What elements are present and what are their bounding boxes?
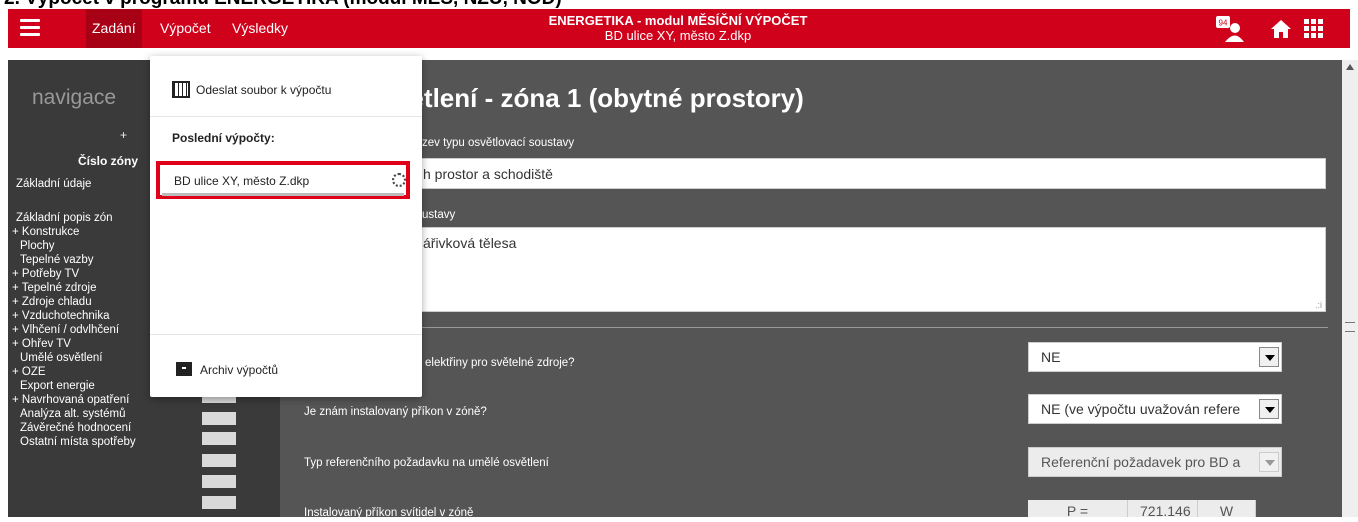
calculator-icon [172,81,190,98]
send-file-label: Odeslat soubor k výpočtu [196,83,332,97]
menu-vypocet[interactable]: Výpočet [154,9,217,48]
question-select[interactable]: Referenční požadavek pro BD a [1028,447,1282,477]
zone-status-box[interactable] [202,496,236,509]
question-label: Je znám instalovaný příkon v zóně? [304,406,487,418]
zone-status-box[interactable] [202,412,236,425]
recent-calc-item[interactable]: BD ulice XY, město Z.dkp [156,161,410,199]
zone-number-header: Číslo zóny [78,154,139,168]
lighting-desc-textarea[interactable]: ářivková tělesa .:i [290,227,1326,312]
question-label: elektřiny pro světelné zdroje? [425,357,575,369]
installed-power-row: P = 721.146 W [1028,500,1256,519]
archive-button[interactable]: Archiv výpočtů [150,356,422,384]
section-divider [290,327,1328,328]
send-file-button[interactable]: Odeslat soubor k výpočtu [150,76,422,104]
power-symbol: P = [1028,500,1128,519]
power-unit: W [1198,500,1256,519]
recent-calc-label: BD ulice XY, město Z.dkp [174,174,310,188]
nav-item[interactable]: Závěrečné hodnocení [12,421,212,435]
lighting-name-label: zev typu osvětlovací soustavy [422,137,575,149]
zone-status-box[interactable] [202,432,236,445]
scroll-thumb[interactable] [1345,322,1355,332]
loading-spinner-icon [392,173,406,187]
progress-bar [162,193,404,196]
chevron-down-icon[interactable] [1259,399,1279,419]
menu-zadani[interactable]: Zadání [86,9,142,48]
lighting-desc-value: ářivková tělesa [423,235,517,251]
vertical-scrollbar[interactable] [1342,60,1358,517]
zone-status-box[interactable] [202,454,236,467]
chevron-down-icon[interactable] [1259,452,1279,472]
home-icon[interactable] [1270,19,1292,39]
app-title: ENERGETIKA - modul MĚSÍČNÍ VÝPOČET BD ul… [458,13,898,43]
question-label: Instalovaný příkon svítidel v zóně [304,507,474,519]
power-value[interactable]: 721.146 [1128,500,1198,519]
lighting-desc-label: ustavy [422,209,456,221]
user-icon[interactable]: 94 [1216,16,1244,42]
archive-label: Archiv výpočtů [200,363,279,377]
recent-calcs-header: Poslední výpočty: [172,131,275,145]
scroll-up-icon[interactable] [1346,64,1354,70]
question-select[interactable]: NE [1028,342,1282,372]
zone-status-box[interactable] [202,475,236,488]
menu-vysledky[interactable]: Výsledky [226,9,294,48]
question-label: Typ referenčního požadavku na umělé osvě… [304,457,549,469]
app-title-file: BD ulice XY, město Z.dkp [604,28,752,43]
app-title-line1: ENERGETIKA - modul MĚSÍČNÍ VÝPOČET [548,13,808,28]
vypocet-dropdown: Odeslat soubor k výpočtu Poslední výpočt… [150,56,422,397]
chevron-down-icon[interactable] [1259,347,1279,367]
question-select[interactable]: NE (ve výpočtu uvažován refere [1028,394,1282,424]
select-value: NE (ve výpočtu uvažován refere [1041,401,1241,417]
user-badge: 94 [1219,19,1228,28]
apps-grid-icon[interactable] [1304,19,1324,39]
menu-icon[interactable] [20,19,40,37]
lighting-name-field[interactable]: h prostor a schodiště [290,158,1326,189]
select-value: Referenční požadavek pro BD a [1041,454,1241,470]
lighting-name-value: h prostor a schodiště [423,166,553,182]
nav-title: navigace [32,86,117,109]
select-value: NE [1041,349,1061,365]
add-zone-button[interactable]: + [120,128,127,142]
nav-item[interactable]: Analýza alt. systémů [12,407,212,421]
nav-item[interactable]: Ostatní místa spotřeby [12,435,212,449]
page-title: větlení - zóna 1 (obytné prostory) [395,83,804,113]
top-bar: Zadání Výpočet Výsledky ENERGETIKA - mod… [8,9,1350,48]
archive-icon [176,362,192,376]
resize-handle-icon[interactable]: .:i [1315,300,1322,310]
